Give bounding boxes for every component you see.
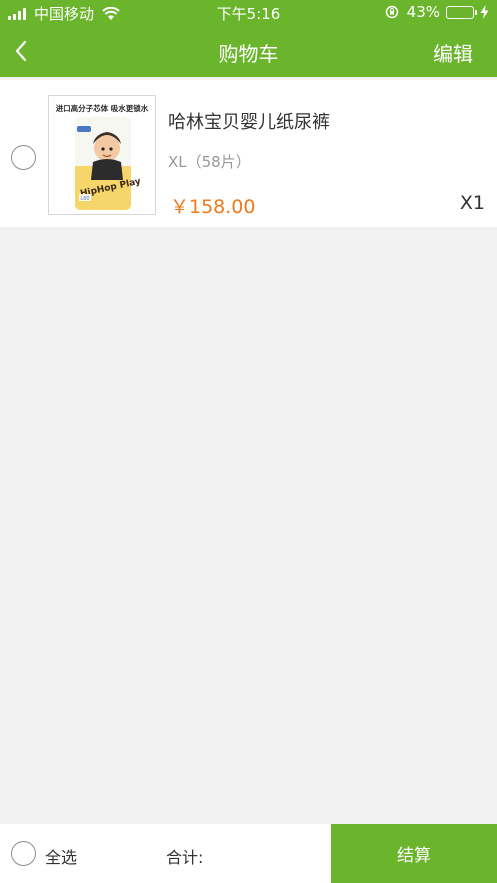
- battery-percent: 43%: [406, 3, 440, 21]
- charging-icon: [480, 5, 489, 19]
- product-image[interactable]: 进口高分子芯体 吸水更锁水 HipHop Play L60: [48, 95, 156, 215]
- diaper-package-image: 进口高分子芯体 吸水更锁水 HipHop Play L60: [49, 96, 155, 214]
- status-right: 43%: [385, 3, 489, 21]
- checkout-bar: 全选 合计: 结算: [0, 824, 497, 883]
- orientation-lock-icon: [385, 5, 398, 19]
- edit-button[interactable]: 编辑: [433, 38, 473, 67]
- product-spec: XL（58片）: [168, 153, 251, 171]
- app-header: 中国移动 下午5:16 43% 购物车 编辑: [0, 0, 497, 77]
- battery-icon: [446, 5, 477, 19]
- package-caption: 进口高分子芯体 吸水更锁水: [56, 103, 149, 113]
- item-select-radio[interactable]: [11, 145, 36, 170]
- package-size: L60: [80, 196, 89, 202]
- product-name[interactable]: 哈林宝贝婴儿纸尿裤: [168, 108, 330, 134]
- total-label: 合计:: [166, 848, 204, 867]
- cart-item[interactable]: 进口高分子芯体 吸水更锁水 HipHop Play L60 哈林宝贝婴儿纸尿裤 …: [0, 80, 497, 227]
- product-price: ￥158.00: [170, 196, 256, 218]
- select-all-radio[interactable]: [11, 841, 36, 866]
- nav-bar: 购物车 编辑: [0, 28, 497, 74]
- select-all-label[interactable]: 全选: [45, 844, 77, 868]
- page-title: 购物车: [218, 42, 279, 66]
- status-bar: 中国移动 下午5:16 43%: [0, 0, 497, 24]
- checkout-button[interactable]: 结算: [331, 824, 497, 883]
- product-quantity: X1: [459, 192, 485, 214]
